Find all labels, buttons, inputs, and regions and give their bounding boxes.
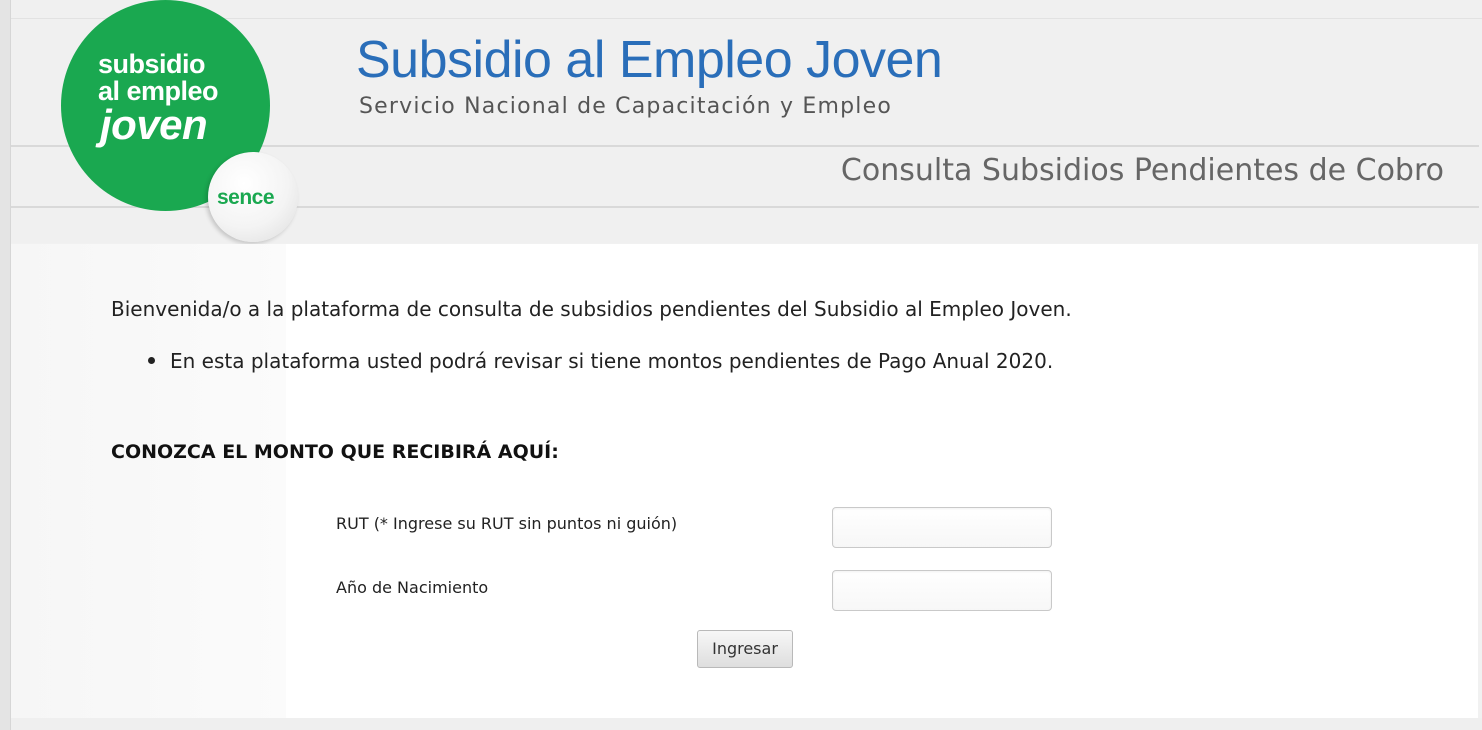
bullet-icon <box>148 357 155 364</box>
section-title: CONOZCA EL MONTO QUE RECIBIRÁ AQUÍ: <box>111 441 559 463</box>
site-title: Subsidio al Empleo Joven <box>356 31 943 89</box>
birth-year-input[interactable] <box>832 570 1052 611</box>
birth-year-label: Año de Nacimiento <box>336 578 489 597</box>
left-gutter <box>0 0 11 730</box>
welcome-text: Bienvenida/o a la plataforma de consulta… <box>111 297 1072 321</box>
site-subtitle: Servicio Nacional de Capacitación y Empl… <box>359 94 892 119</box>
rut-input[interactable] <box>832 507 1052 548</box>
page: subsidio al empleo joven sence Subsidio … <box>0 0 1482 730</box>
header-divider-top <box>11 18 1482 19</box>
sence-logo-text: sence <box>217 186 275 209</box>
submit-button[interactable]: Ingresar <box>697 630 793 668</box>
footer-strip <box>11 718 1482 730</box>
list-item-text: En esta plataforma usted podrá revisar s… <box>170 349 1054 373</box>
info-list: En esta plataforma usted podrá revisar s… <box>148 349 1053 373</box>
rut-label: RUT (* Ingrese su RUT sin puntos ni guió… <box>336 514 678 533</box>
logo-text-line3: joven <box>100 101 208 148</box>
list-item: En esta plataforma usted podrá revisar s… <box>148 349 1053 373</box>
page-heading: Consulta Subsidios Pendientes de Cobro <box>840 153 1444 188</box>
